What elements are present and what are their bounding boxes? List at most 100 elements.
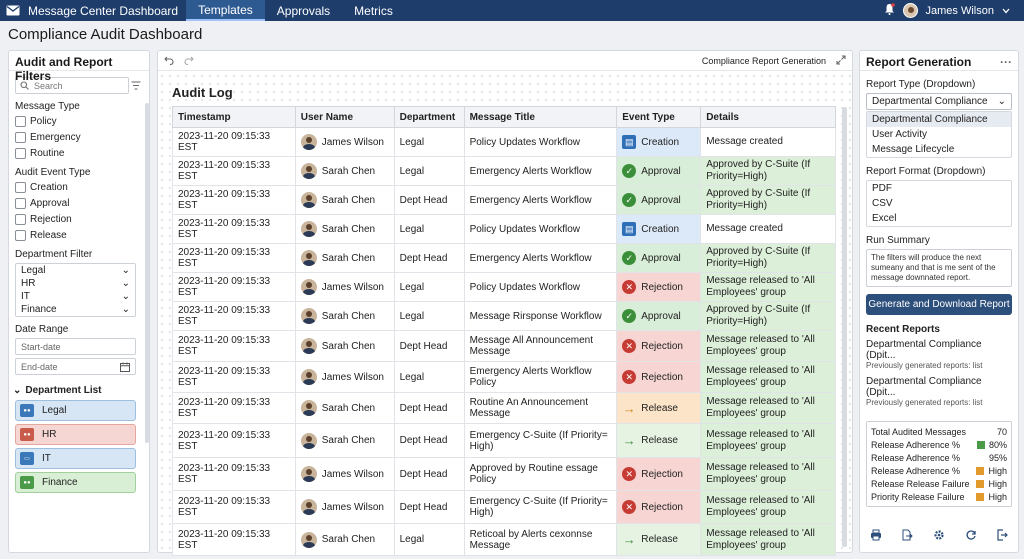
user-avatar[interactable] [902, 3, 918, 18]
stat-row: Release Adherence % High [871, 464, 1007, 477]
table-scrollbar[interactable] [842, 107, 847, 547]
message-title-cell: Policy Updates Workflow [463, 127, 618, 157]
message-title-cell: Message All Announcement Message [463, 330, 618, 362]
stat-label: Release Release Failure [871, 478, 970, 489]
department-option-legal[interactable]: Legal ⌄ [16, 264, 135, 277]
filter-icon[interactable] [131, 81, 141, 93]
table-row[interactable]: 2023-11-20 09:15:33 EST Sarah Chen Dept He… [172, 185, 836, 215]
user-name: Sarah Chen [321, 223, 376, 235]
report-type-option[interactable]: Departmental Compliance [867, 112, 1011, 127]
recent-report-item[interactable]: Departmental Compliance (Dpit... Previou… [866, 339, 1012, 370]
expand-icon[interactable] [836, 54, 846, 68]
more-options-icon[interactable]: ··· [1000, 55, 1012, 69]
table-row[interactable]: 2023-11-20 09:15:33 EST Sarah Chen Legal Re… [172, 523, 836, 556]
timestamp-cell: 2023-11-20 09:15:33 EST [172, 272, 296, 302]
filters-scrollbar[interactable] [145, 103, 149, 443]
checkbox-policy[interactable]: Policy [15, 115, 149, 128]
column-header-timestamp[interactable]: Timestamp [172, 106, 296, 128]
timestamp-cell: 2023-11-20 09:15:33 EST [172, 423, 296, 458]
avatar [300, 466, 317, 482]
checkbox-approval[interactable]: Approval [15, 197, 149, 210]
refresh-icon[interactable] [965, 529, 977, 544]
tab-approvals[interactable]: Approvals [265, 0, 342, 21]
timestamp-cell: 2023-11-20 09:15:33 EST [172, 330, 296, 362]
table-row[interactable]: 2023-11-20 09:15:33 EST Sarah Chen Dept He… [172, 243, 836, 273]
department-option-finance[interactable]: Finance ⌄ [16, 303, 135, 316]
mail-icon[interactable] [0, 5, 26, 16]
avatar [300, 432, 317, 449]
recent-report-item[interactable]: Departmental Compliance (Dpit... Previou… [866, 376, 1012, 407]
checkbox-rejection[interactable]: Rejection [15, 213, 149, 226]
table-header-row: Timestamp User Name Department Message T… [172, 106, 836, 128]
stat-row: Priority Release Failure High [871, 490, 1007, 503]
department-cell: Dept Head [393, 243, 465, 273]
message-title-cell: Emergency Alerts Workflow [463, 243, 618, 273]
user-name: James Wilson [321, 371, 384, 383]
audit-stats-box: Total Audited Messages 70 Release Adherenc… [866, 421, 1012, 507]
event-type-label: Creation [641, 223, 680, 235]
end-date-input[interactable]: End-date [15, 358, 136, 375]
table-row[interactable]: 2023-11-20 09:15:33 EST Sarah Chen Legal Me… [172, 301, 836, 331]
report-type-option[interactable]: User Activity [867, 127, 1011, 142]
department-option-it[interactable]: IT ⌄ [16, 290, 135, 303]
checkbox-emergency[interactable]: Emergency [15, 131, 149, 144]
logout-icon[interactable] [996, 529, 1009, 544]
tab-metrics[interactable]: Metrics [342, 0, 405, 21]
tab-templates[interactable]: Templates [186, 0, 265, 21]
department-cell: Dept Head [393, 185, 465, 215]
table-row[interactable]: 2023-11-20 09:15:33 EST Sarah Chen Dept He… [172, 423, 836, 458]
format-option-excel[interactable]: Excel [867, 211, 1011, 226]
message-title-cell: Reticoal by Alerts cexonnse Message [463, 523, 618, 556]
column-header-message-title[interactable]: Message Title [463, 106, 618, 128]
stat-value: 95% [988, 452, 1007, 463]
generate-download-button[interactable]: Generate and Download Report [866, 294, 1012, 315]
department-list-item-finance[interactable]: ●● Finance [15, 472, 136, 493]
x-circle-icon: ✕ [622, 280, 637, 294]
table-row[interactable]: 2023-11-20 09:15:33 EST James Wilson Legal… [172, 127, 836, 157]
print-icon[interactable] [870, 529, 882, 544]
avatar [300, 499, 317, 515]
department-list-item-legal[interactable]: ●● Legal [15, 400, 136, 421]
checkbox-creation[interactable]: Creation [15, 181, 149, 194]
column-header-user-name[interactable]: User Name [294, 106, 395, 128]
department-list-item-it[interactable]: ▭ IT [15, 448, 136, 469]
column-header-details[interactable]: Details [700, 106, 836, 128]
export-icon[interactable] [901, 529, 914, 544]
report-generation-label: Compliance Report Generation [701, 55, 826, 66]
column-header-event-type[interactable]: Event Type [616, 106, 702, 128]
message-title-cell: Emergency C-Suite (If Priority= High) [463, 490, 618, 524]
check-circle-icon: ✓ [622, 164, 637, 178]
report-type-dropdown[interactable]: Departmental Compliance ⌄ [866, 93, 1012, 110]
format-option-pdf[interactable]: PDF [867, 181, 1011, 196]
event-type-label: Approval [641, 165, 681, 177]
start-date-input[interactable]: Start-date [15, 338, 136, 355]
event-type-label: Rejection [641, 281, 683, 293]
bell-icon[interactable] [884, 3, 895, 18]
calendar-icon[interactable] [120, 362, 130, 372]
table-row[interactable]: 2023-11-20 09:15:33 EST Sarah Chen Legal Em… [172, 156, 836, 186]
department-option-hr[interactable]: HR ⌄ [16, 277, 135, 290]
undo-icon[interactable] [164, 54, 174, 68]
chevron-down-icon[interactable] [1002, 5, 1010, 17]
department-list-item-hr[interactable]: ●● HR [15, 424, 136, 445]
table-row[interactable]: 2023-11-20 09:15:33 EST Sarah Chen Dept He… [172, 330, 836, 362]
table-row[interactable]: 2023-11-20 09:15:33 EST James Wilson Legal… [172, 361, 836, 393]
checkbox-release[interactable]: Release [15, 229, 149, 242]
report-actions-bar [860, 529, 1018, 544]
table-row[interactable]: 2023-11-20 09:15:33 EST James Wilson Dept … [172, 457, 836, 491]
checkbox-routine[interactable]: Routine [15, 147, 149, 160]
department-filter-list: Legal ⌄ HR ⌄ IT ⌄ Finance ⌄ [15, 263, 136, 317]
format-option-csv[interactable]: CSV [867, 196, 1011, 211]
details-cell: Message released to 'All Employees' grou… [700, 423, 836, 458]
user-name[interactable]: James Wilson [926, 5, 994, 17]
gear-icon[interactable] [933, 529, 945, 544]
column-header-department[interactable]: Department [393, 106, 465, 128]
table-row[interactable]: 2023-11-20 09:15:33 EST Sarah Chen Legal Po… [172, 214, 836, 244]
user-name: Sarah Chen [321, 310, 376, 322]
report-type-option[interactable]: Message Lifecycle [867, 142, 1011, 157]
redo-icon[interactable] [184, 54, 194, 68]
table-row[interactable]: 2023-11-20 09:15:33 EST Sarah Chen Dept He… [172, 392, 836, 424]
department-list-header[interactable]: ⌄ Department List [13, 385, 149, 396]
table-row[interactable]: 2023-11-20 09:15:33 EST James Wilson Legal… [172, 272, 836, 302]
table-row[interactable]: 2023-11-20 09:15:33 EST James Wilson Dept … [172, 490, 836, 524]
